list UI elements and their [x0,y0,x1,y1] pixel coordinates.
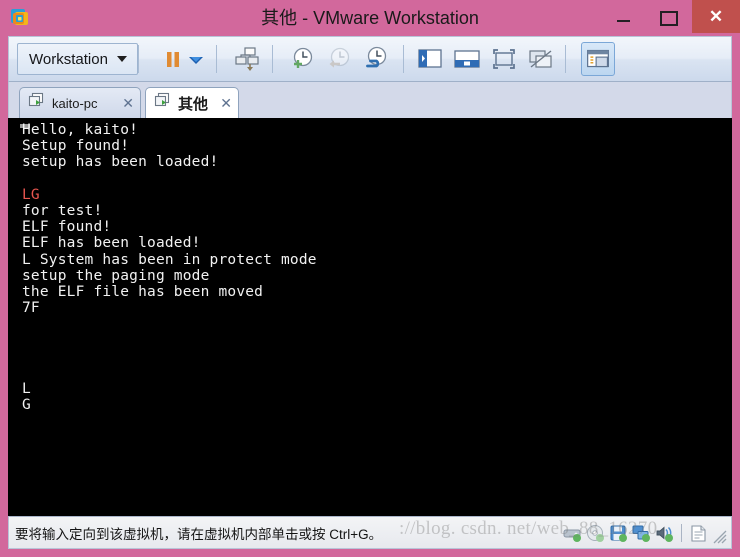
minimize-button[interactable] [600,0,646,33]
tab-label: kaito-pc [52,95,98,111]
console-view-icon [587,49,609,68]
toolbar-separator [403,45,404,73]
terminal-line: the ELF file has been moved [22,283,264,300]
tab-close-icon[interactable]: ✕ [122,96,134,110]
terminal-line: Setup found! [22,138,130,155]
full-screen-button[interactable] [487,42,521,76]
hard-disk-status-icon[interactable] [562,523,583,544]
status-message: 要将输入定向到该虚拟机，请在虚拟机内部单击或按 Ctrl+G。 [15,526,383,542]
title-bar: 其他 - VMware Workstation ✕ [0,0,740,36]
toolbar-separator [272,45,273,73]
terminal-line: L System has been in protect mode [22,251,317,268]
resize-grip[interactable] [713,530,727,544]
revert-snapshot-button[interactable] [321,42,355,76]
terminal-line: Hello, kaito! [22,122,139,138]
floppy-status-icon[interactable] [608,523,629,544]
sound-card-status-icon[interactable] [654,523,675,544]
vm-tab-icon [154,92,171,114]
terminal-line: for test! [22,202,103,219]
toolbar-separator [138,45,139,73]
vm-download-icon [235,47,259,71]
terminal-line: setup has been loaded! [22,154,219,171]
terminal-line: ELF found! [22,219,112,236]
minimize-icon [616,20,630,22]
maximize-button[interactable] [646,0,692,33]
close-button[interactable]: ✕ [692,0,740,33]
terminal-line: L [22,381,31,397]
vmware-workstation-window: 其他 - VMware Workstation ✕ Workstation ka… [0,0,740,557]
unity-mode-button[interactable] [524,42,558,76]
workstation-menu-button[interactable]: Workstation [17,43,138,75]
terminal-output: Hello, kaito! Setup found! setup has been … [8,118,732,516]
toolbar-separator [565,45,566,73]
terminal-line: ELF has been loaded! [22,235,201,252]
maximize-icon [660,11,678,26]
status-icons-group [562,521,727,545]
vm-tab-strip: kaito-pc ✕ 其他 ✕ [8,82,732,118]
message-log-status-icon[interactable] [688,523,709,544]
tab-label: 其他 [178,95,209,113]
snapshot-manager-button[interactable] [358,42,392,76]
terminal-line: LG [22,186,40,203]
terminal-line: setup the paging mode [22,267,210,284]
power-dropdown-button[interactable] [185,42,207,76]
network-adapter-status-icon[interactable] [631,523,652,544]
thumbnail-bar-icon [454,50,480,68]
sidebar-panel-icon [418,49,442,68]
console-view-button[interactable] [581,42,615,76]
chevron-down-icon [116,56,127,62]
terminal-line: G [22,397,31,414]
take-snapshot-button[interactable] [284,42,318,76]
toolbar: Workstation [8,36,732,82]
cd-dvd-status-icon[interactable] [585,523,606,544]
status-bar: 要将输入定向到该虚拟机，请在虚拟机内部单击或按 Ctrl+G。 [8,516,732,549]
clock-plus-icon [293,47,313,68]
show-library-button[interactable] [413,42,447,76]
chevron-down-icon [189,57,203,64]
clock-wrench-icon [366,46,387,68]
status-divider [681,524,682,542]
vm-tab-icon [28,92,45,114]
tab-qita[interactable]: 其他 ✕ [145,87,239,118]
toolbar-separator [216,45,217,73]
clock-arrow-left-icon [329,47,350,68]
close-icon: ✕ [708,7,724,26]
terminal-line: 7F [22,300,40,317]
workstation-menu-label: Workstation [29,50,108,68]
fullscreen-icon [493,49,515,69]
unity-mode-icon [529,50,552,68]
tab-kaito-pc[interactable]: kaito-pc ✕ [19,87,141,118]
tab-close-icon[interactable]: ✕ [220,96,232,110]
guest-vm-screen[interactable]: Hello, kaito! Setup found! setup has been … [8,118,732,516]
show-thumbnail-bar-button[interactable] [450,42,484,76]
manage-vm-button[interactable] [231,42,265,76]
